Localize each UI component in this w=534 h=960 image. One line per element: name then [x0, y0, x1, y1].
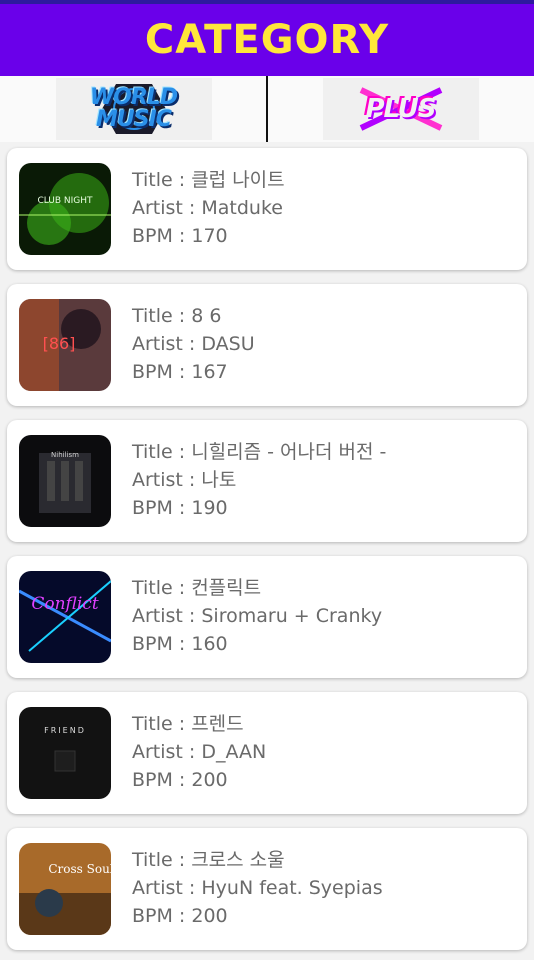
app-header: CATEGORY — [0, 4, 534, 76]
album-art: Conflict — [19, 571, 111, 663]
album-art: [86] — [19, 299, 111, 391]
conflict-art: Conflict — [19, 571, 111, 663]
song-bpm: BPM : 190 — [132, 497, 228, 519]
tab-world-music[interactable]: WORLD MUSIC — [0, 76, 267, 142]
tab-divider — [266, 76, 268, 142]
page-title: CATEGORY — [144, 17, 390, 63]
album-art: Nihilism — [19, 435, 111, 527]
song-info: Title : 크로스 소울 Artist : HyuN feat. Syepi… — [132, 846, 383, 930]
song-artist: Artist : 나토 — [132, 469, 237, 491]
song-card[interactable]: Nihilism Title : 니힐리즘 - 어나더 버전 - Artist … — [7, 420, 527, 542]
club-night-art: CLUB NIGHT — [19, 163, 111, 255]
world-music-logo: WORLD MUSIC — [55, 78, 212, 140]
category-tabs: WORLD MUSIC PLUS — [0, 76, 534, 142]
song-title: Title : 클럽 나이트 — [132, 169, 285, 191]
song-bpm: BPM : 160 — [132, 633, 228, 655]
song-info: Title : 니힐리즘 - 어나더 버전 - Artist : 나토 BPM … — [132, 438, 386, 522]
song-artist: Artist : Matduke — [132, 197, 283, 219]
song-title: Title : 니힐리즘 - 어나더 버전 - — [132, 441, 387, 463]
song-artist: Artist : Siromaru + Cranky — [132, 605, 383, 627]
art-label: Nihilism — [51, 451, 79, 459]
art-label: Conflict — [31, 594, 98, 614]
song-title: Title : 크로스 소울 — [132, 849, 285, 871]
song-bpm: BPM : 167 — [132, 361, 228, 383]
song-bpm: BPM : 200 — [132, 905, 228, 927]
song-card[interactable]: Conflict Title : 컨플릭트 Artist : Siromaru … — [7, 556, 527, 678]
cross-soul-art: Cross Soul — [19, 843, 111, 935]
song-card[interactable]: Cross Soul Title : 크로스 소울 Artist : HyuN … — [7, 828, 527, 950]
art-label: Cross Soul — [48, 862, 111, 876]
art-label: FRIEND — [44, 726, 86, 735]
song-card[interactable]: [86] Title : 8 6 Artist : DASU BPM : 167 — [7, 284, 527, 406]
art-label: [86] — [43, 334, 76, 353]
song-info: Title : 8 6 Artist : DASU BPM : 167 — [132, 302, 255, 386]
song-bpm: BPM : 170 — [132, 225, 228, 247]
song-artist: Artist : D_AAN — [132, 741, 267, 763]
eighty-six-art: [86] — [19, 299, 111, 391]
song-title: Title : 8 6 — [132, 305, 222, 327]
album-art: Cross Soul — [19, 843, 111, 935]
plus-logo: PLUS — [322, 78, 479, 140]
song-card[interactable]: CLUB NIGHT Title : 클럽 나이트 Artist : Matdu… — [7, 148, 527, 270]
song-card[interactable]: FRIEND Title : 프렌드 Artist : D_AAN BPM : … — [7, 692, 527, 814]
art-label: CLUB NIGHT — [37, 196, 93, 206]
song-artist: Artist : HyuN feat. Syepias — [132, 877, 383, 899]
tab-plus[interactable]: PLUS — [267, 76, 534, 142]
song-bpm: BPM : 200 — [132, 769, 228, 791]
nihilism-art: Nihilism — [19, 435, 111, 527]
song-artist: Artist : DASU — [132, 333, 255, 355]
song-info: Title : 클럽 나이트 Artist : Matduke BPM : 17… — [132, 166, 285, 250]
album-art: CLUB NIGHT — [19, 163, 111, 255]
song-info: Title : 프렌드 Artist : D_AAN BPM : 200 — [132, 710, 266, 794]
friend-art: FRIEND — [19, 707, 111, 799]
album-art: FRIEND — [19, 707, 111, 799]
song-info: Title : 컨플릭트 Artist : Siromaru + Cranky … — [132, 574, 382, 658]
song-title: Title : 프렌드 — [132, 713, 244, 735]
song-title: Title : 컨플릭트 — [132, 577, 262, 599]
